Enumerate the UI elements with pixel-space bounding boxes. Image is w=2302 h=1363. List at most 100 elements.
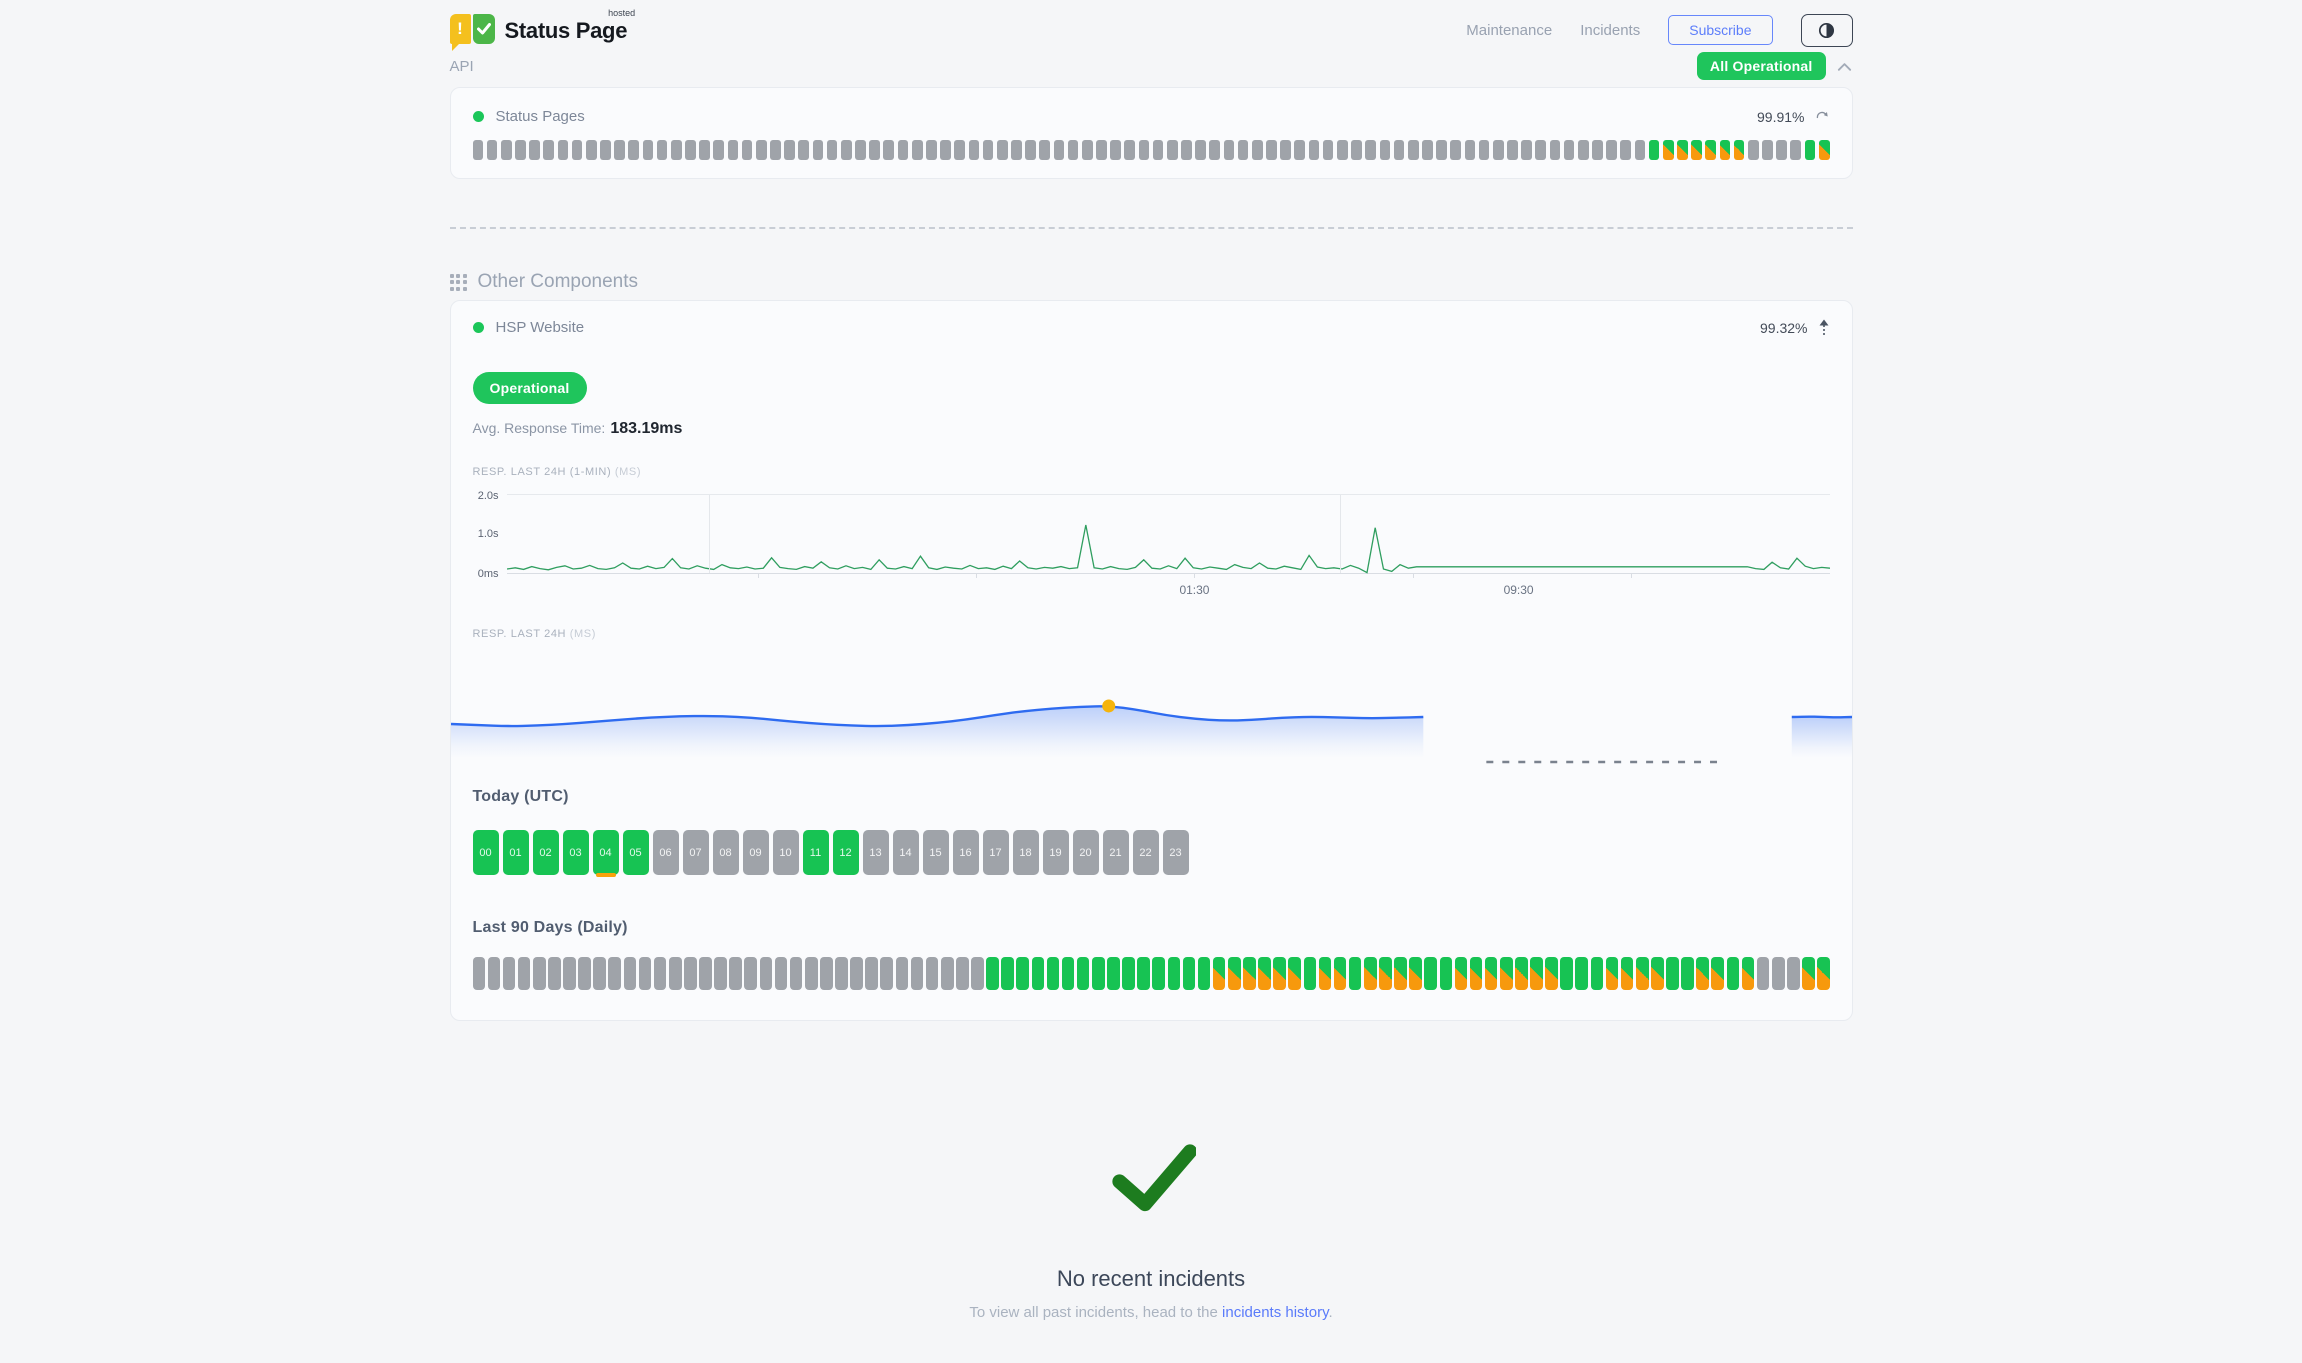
incidents-history-link[interactable]: incidents history (1222, 1304, 1328, 1321)
uptime-block-empty (784, 140, 795, 160)
uptime-block-empty (1124, 140, 1135, 160)
uptime-block-up (1077, 957, 1090, 990)
uptime-block-degraded (1606, 957, 1619, 990)
dashed-divider (450, 227, 1853, 229)
uptime-block-degraded (1319, 957, 1332, 990)
api-section-label: API (450, 58, 474, 75)
uptime-block-degraded (1243, 957, 1256, 990)
uptime-block-up (1047, 957, 1060, 990)
y-tick-0ms: 0ms (478, 568, 499, 580)
incidents-subtitle: To view all past incidents, head to the … (450, 1304, 1853, 1321)
uptime-block-up (1560, 957, 1573, 990)
uptime-block-up (1168, 957, 1181, 990)
uptime-block-empty (533, 957, 546, 990)
x-tick-0930: 09:30 (1504, 583, 1534, 597)
theme-toggle-button[interactable] (1801, 14, 1853, 47)
subtitle-prefix: To view all past incidents, head to the (969, 1304, 1222, 1321)
status-dot (473, 111, 484, 122)
uptime-block-degraded (1802, 957, 1815, 990)
uptime-block-empty (578, 957, 591, 990)
uptime-block-empty (1238, 140, 1249, 160)
uptime-block-degraded (1817, 957, 1830, 990)
uptime-block-empty (1181, 140, 1192, 160)
api-component-card: Status Pages 99.91% (450, 87, 1853, 179)
hour-block-16: 16 (953, 830, 979, 875)
nav-maintenance[interactable]: Maintenance (1466, 22, 1552, 39)
uptime-block-empty (1110, 140, 1121, 160)
uptime-block-empty (1408, 140, 1419, 160)
uptime-block-empty (614, 140, 625, 160)
uptime-block-up (1727, 957, 1740, 990)
uptime-block-up (1152, 957, 1165, 990)
uptime-block-empty (880, 957, 893, 990)
brand-superscript: hosted (608, 8, 635, 18)
refresh-icon[interactable] (1815, 110, 1830, 123)
uptime-block-empty (699, 140, 710, 160)
uptime-block-empty (518, 957, 531, 990)
y-tick-2s: 2.0s (478, 490, 499, 502)
uptime-block-empty (926, 957, 939, 990)
nav-incidents[interactable]: Incidents (1580, 22, 1640, 39)
chart-title-24h: RESP. LAST 24H (473, 628, 567, 640)
uptime-block-empty (529, 140, 540, 160)
uptime-block-empty (699, 957, 712, 990)
hour-block-20: 20 (1073, 830, 1099, 875)
uptime-block-empty (1535, 140, 1546, 160)
last-90-days-title: Last 90 Days (Daily) (473, 919, 1830, 937)
uptime-block-up (1062, 957, 1075, 990)
uptime-block-empty (669, 957, 682, 990)
logo-exclaim-icon: ! (450, 14, 471, 44)
uptime-block-empty (1323, 140, 1334, 160)
uptime-block-empty (850, 957, 863, 990)
overall-status-badge[interactable]: All Operational (1697, 52, 1826, 80)
hour-block-14: 14 (893, 830, 919, 875)
vertical-gridline (1340, 495, 1341, 573)
uptime-block-empty (1266, 140, 1277, 160)
uptime-block-empty (1493, 140, 1504, 160)
uptime-block-empty (563, 957, 576, 990)
uptime-block-up (1016, 957, 1029, 990)
uptime-block-up (1304, 957, 1317, 990)
chart-title-1min: RESP. LAST 24H (1-MIN) (473, 466, 612, 478)
hour-block-05: 05 (623, 830, 649, 875)
uptime-block-empty (1521, 140, 1532, 160)
uptime-block-empty (912, 140, 923, 160)
uptime-block-degraded (1394, 957, 1407, 990)
uptime-block-empty (643, 140, 654, 160)
chevron-up-icon[interactable] (1836, 60, 1853, 73)
header: ! Status Page hosted Maintenance Inciden… (0, 0, 2302, 48)
uptime-block-empty (883, 140, 894, 160)
uptime-block-empty (654, 957, 667, 990)
uptime-block-empty (1465, 140, 1476, 160)
uptime-block-empty (543, 140, 554, 160)
uptime-block-degraded (1691, 140, 1702, 160)
chart-unit: (MS) (615, 466, 641, 478)
uptime-block-degraded (1696, 957, 1709, 990)
uptime-block-degraded (1364, 957, 1377, 990)
response-area-chart (451, 662, 1852, 772)
uptime-block-degraded (1500, 957, 1513, 990)
avg-response-value: 183.19ms (610, 420, 682, 437)
uptime-block-up (1001, 957, 1014, 990)
uptime-block-degraded (1273, 957, 1286, 990)
uptime-block-empty (600, 140, 611, 160)
uptime-block-empty (1351, 140, 1362, 160)
uptime-block-empty (941, 957, 954, 990)
uptime-block-empty (1450, 140, 1461, 160)
subscribe-button[interactable]: Subscribe (1668, 15, 1772, 45)
hour-block-15: 15 (923, 830, 949, 875)
uptime-block-up (1183, 957, 1196, 990)
uptime-block-empty (756, 140, 767, 160)
uptime-block-empty (1096, 140, 1107, 160)
uptime-blocks-bar (473, 140, 1830, 160)
uptime-block-empty (1337, 140, 1348, 160)
uptime-block-degraded (1288, 957, 1301, 990)
uptime-block-empty (855, 140, 866, 160)
hour-block-23: 23 (1163, 830, 1189, 875)
uptime-block-empty (1209, 140, 1220, 160)
hour-block-10: 10 (773, 830, 799, 875)
component-name: Status Pages (496, 108, 585, 125)
uptime-block-up (1349, 957, 1362, 990)
uptime-block-empty (501, 140, 512, 160)
uptime-block-empty (1167, 140, 1178, 160)
